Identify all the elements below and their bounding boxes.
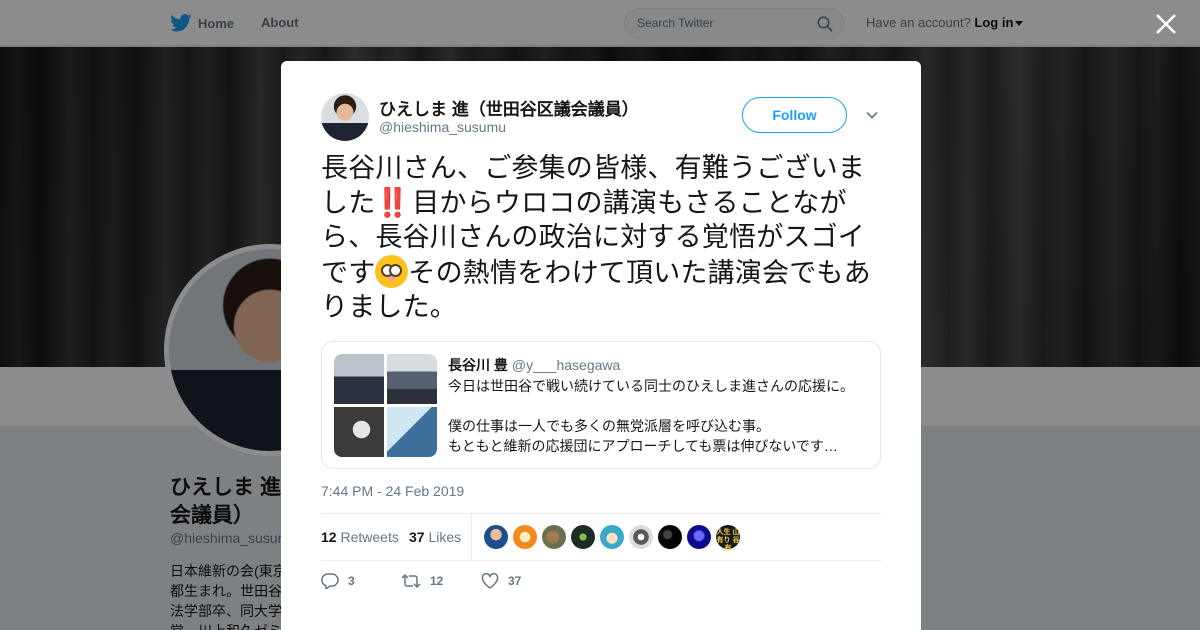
quoted-tweet-media[interactable] xyxy=(334,354,437,457)
likes-stat[interactable]: 37 Likes xyxy=(409,529,461,545)
quoted-author-name: 長谷川 豊 xyxy=(448,357,508,373)
liker-avatar[interactable]: 人生 山有り 谷有 xyxy=(716,525,740,552)
retweet-count: 12 xyxy=(321,529,337,545)
tweet-stats: 12 Retweets 37 Likes 人生 山有り 谷有 xyxy=(321,513,881,561)
follow-button[interactable]: Follow xyxy=(742,97,847,133)
like-action-count: 37 xyxy=(508,574,522,588)
retweets-stat[interactable]: 12 Retweets xyxy=(321,529,399,545)
quoted-photo-3[interactable] xyxy=(334,407,384,457)
quoted-tweet-body: 今日は世田谷で戦い続けている同士のひえしま進さんの応援に。 僕の仕事は一人でも多… xyxy=(448,378,854,454)
likers-avatars: 人生 山有り 谷有 xyxy=(484,525,740,552)
quoted-author-handle: @y___hasegawa xyxy=(511,357,621,373)
liker-avatar[interactable] xyxy=(542,525,566,549)
reply-icon xyxy=(321,573,339,589)
tweet-permalink-modal: ひえしま 進（世田谷区議会議員） @hieshima_susumu Follow… xyxy=(281,61,921,630)
retweet-button[interactable]: 12 xyxy=(401,573,443,589)
author-avatar[interactable] xyxy=(321,93,369,141)
quoted-photo-4[interactable] xyxy=(387,407,437,457)
author-name[interactable]: ひえしま 進（世田谷区議会議員） xyxy=(379,95,639,120)
like-count: 37 xyxy=(409,529,425,545)
tweet-timestamp[interactable]: 7:44 PM - 24 Feb 2019 xyxy=(321,483,464,499)
tweet-actions: 3 12 37 xyxy=(321,573,621,593)
quoted-photo-1[interactable] xyxy=(334,354,384,404)
reply-count: 3 xyxy=(348,574,355,588)
tweet-text: 長谷川さん、ご参集の皆様、有難うございました‼️ 目からウロコの講演もさることなが… xyxy=(321,151,883,325)
chevron-down-icon[interactable] xyxy=(865,108,879,122)
liker-avatar[interactable] xyxy=(600,525,624,549)
stats-divider xyxy=(471,514,472,561)
liker-avatar[interactable] xyxy=(629,525,653,549)
liker-avatar[interactable] xyxy=(484,525,508,549)
quoted-photo-2[interactable] xyxy=(387,354,437,404)
retweets-label: Retweets xyxy=(340,529,399,545)
heart-icon xyxy=(481,573,499,589)
reply-button[interactable]: 3 xyxy=(321,573,355,589)
like-button[interactable]: 37 xyxy=(481,573,521,589)
liker-avatar[interactable] xyxy=(513,525,537,549)
quoted-tweet-card[interactable]: 長谷川 豊 @y___hasegawa 今日は世田谷で戦い続けている同士のひえしま… xyxy=(321,341,881,469)
liker-avatar[interactable] xyxy=(687,525,711,549)
flushed-face-emoji xyxy=(375,254,409,288)
retweet-icon xyxy=(401,573,421,589)
quoted-author: 長谷川 豊 @y___hasegawa xyxy=(448,355,620,375)
liker-avatar[interactable] xyxy=(658,525,682,549)
likes-label: Likes xyxy=(428,529,462,545)
double-exclamation-emoji: ‼️ xyxy=(375,186,410,218)
author-handle[interactable]: @hieshima_susumu xyxy=(379,119,506,135)
liker-avatar[interactable] xyxy=(571,525,595,549)
close-icon[interactable] xyxy=(1154,12,1178,36)
retweet-action-count: 12 xyxy=(430,574,444,588)
